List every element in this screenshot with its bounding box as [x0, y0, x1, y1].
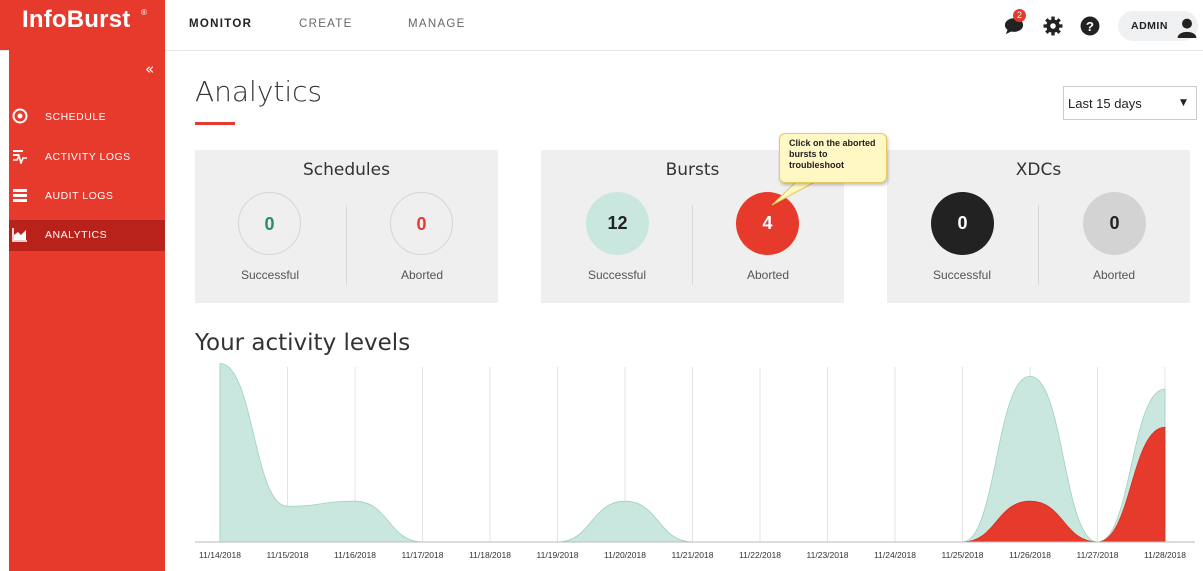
x-tick-label: 11/14/2018	[199, 550, 241, 560]
activity-chart: 11/14/2018 11/15/2018 11/16/2018 11/17/2018…	[195, 363, 1195, 560]
x-tick-label: 11/23/2018	[807, 550, 849, 560]
x-tick-label: 11/17/2018	[402, 550, 444, 560]
x-tick-label: 11/26/2018	[1009, 550, 1051, 560]
x-tick-label: 11/24/2018	[874, 550, 916, 560]
x-tick-label: 11/20/2018	[604, 550, 646, 560]
x-tick-label: 11/22/2018	[739, 550, 781, 560]
x-tick-label: 11/16/2018	[334, 550, 376, 560]
x-tick-label: 11/15/2018	[267, 550, 309, 560]
x-tick-label: 11/21/2018	[672, 550, 714, 560]
x-tick-label: 11/25/2018	[942, 550, 984, 560]
x-tick-label: 11/18/2018	[469, 550, 511, 560]
x-tick-label: 11/27/2018	[1077, 550, 1119, 560]
x-tick-label: 11/28/2018	[1144, 550, 1186, 560]
x-tick-label: 11/19/2018	[537, 550, 579, 560]
